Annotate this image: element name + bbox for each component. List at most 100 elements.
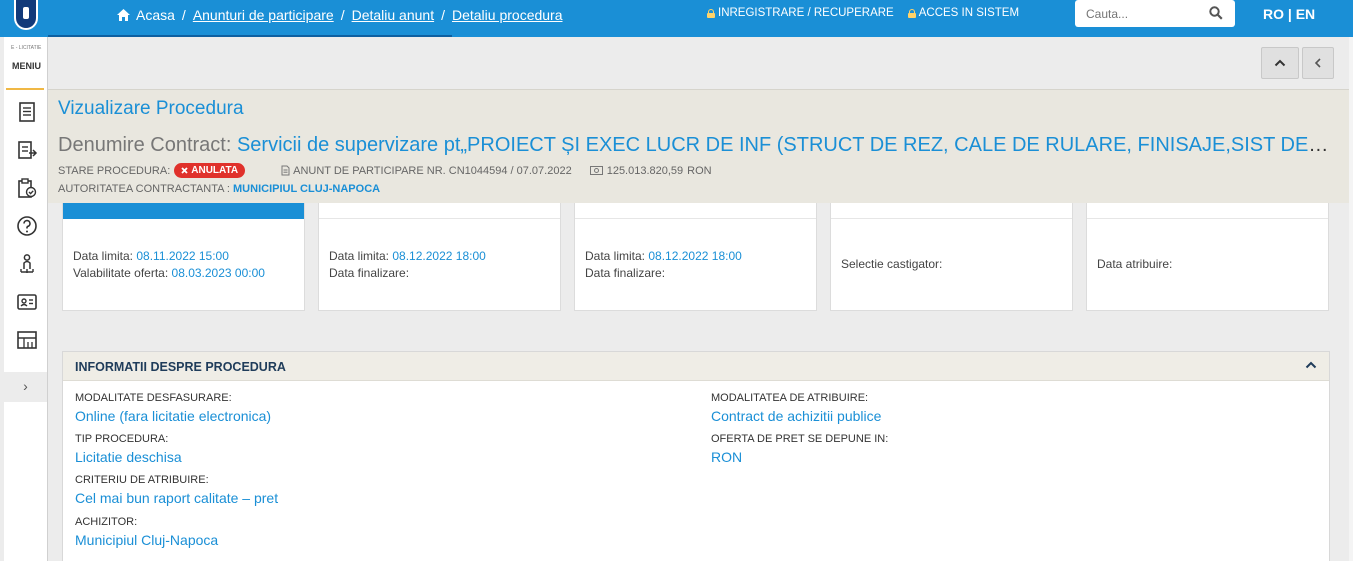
estimated-value-currency: RON: [687, 164, 712, 177]
field-value: Licitatie deschisa: [75, 449, 182, 465]
field-label: TIP PROCEDURA:: [75, 433, 169, 445]
person-hierarchy-icon[interactable]: [16, 253, 38, 275]
chevron-up-icon[interactable]: [1305, 361, 1317, 369]
clipboard-check-icon[interactable]: [16, 177, 38, 199]
lock-icon: [907, 8, 916, 18]
stage-card: Data limita: 08.12.2022 18:00 Data final…: [574, 203, 817, 311]
stage-card-header: [1087, 203, 1328, 219]
language-switch[interactable]: RO | EN: [1263, 6, 1315, 22]
stage-line-label: Selectie castigator:: [841, 257, 943, 271]
breadcrumb-separator: /: [441, 7, 445, 23]
stage-line: Data limita: 08.11.2022 15:00: [73, 249, 229, 263]
field-label: CRITERIU DE ATRIBUIRE:: [75, 474, 209, 486]
estimated-value-amount: 125.013.820,59: [606, 164, 684, 177]
contract-label: Denumire Contract:: [58, 134, 232, 156]
search-icon[interactable]: [1209, 6, 1223, 25]
document-list-icon[interactable]: [16, 101, 38, 123]
authority-label: AUTORITATEA CONTRACTANTA :: [58, 183, 230, 195]
site-logo[interactable]: [14, 0, 38, 30]
page-scrollbar[interactable]: [1349, 37, 1353, 561]
sidebar-brand: E - LICITATIE: [11, 45, 42, 51]
search-box: [1075, 0, 1235, 27]
field-value: Online (fara licitatie electronica): [75, 408, 272, 424]
catalog-icon[interactable]: [16, 329, 38, 351]
stage-line-value: 08.03.2023 00:00: [171, 266, 265, 280]
home-icon[interactable]: [116, 8, 131, 22]
stage-line: Data finalizare:: [329, 266, 409, 280]
field-value: RON: [711, 449, 743, 465]
authority-value[interactable]: MUNICIPIUL CLUJ-NAPOCA: [233, 183, 380, 195]
breadcrumb-anunturi[interactable]: Anunturi de participare: [193, 7, 334, 23]
panel-header[interactable]: INFORMATII DESPRE PROCEDURA: [63, 352, 1329, 381]
back-button[interactable]: [1302, 47, 1334, 79]
stage-line: Valabilitate oferta: 08.03.2023 00:00: [73, 266, 265, 280]
stage-line: Data limita: 08.12.2022 18:00: [585, 249, 742, 263]
stage-line-label: Data limita:: [585, 249, 646, 263]
search-input[interactable]: [1075, 0, 1195, 27]
document-export-icon[interactable]: [16, 139, 38, 161]
field-value: Cel mai bun raport calitate – pret: [75, 490, 279, 506]
close-icon: [181, 167, 188, 174]
procedure-header: Vizualizare Procedura Denumire Contract:…: [48, 89, 1353, 203]
login-link[interactable]: ACCES IN SISTEM: [907, 7, 1020, 19]
stage-line-label: Data limita:: [73, 249, 134, 263]
estimated-value: 125.013.820,59 RON: [589, 164, 712, 177]
stage-line: Data limita: 08.12.2022 18:00: [329, 249, 486, 263]
menu-underline: [6, 88, 44, 90]
procedure-info-panel: INFORMATII DESPRE PROCEDURA MODALITATE D…: [62, 351, 1330, 561]
chevron-left-icon: [1314, 58, 1321, 68]
panel-title: INFORMATII DESPRE PROCEDURA: [75, 360, 286, 374]
sidebar-expand-button[interactable]: ›: [4, 372, 47, 402]
stage-line: Data atribuire:: [1097, 257, 1172, 271]
register-link-label: INREGISTRARE / RECUPERARE: [718, 7, 894, 19]
stage-line-label: Valabilitate oferta:: [73, 266, 169, 280]
contract-name: Denumire Contract: Servicii de superviza…: [58, 134, 1330, 157]
stage-line-label: Data limita:: [329, 249, 390, 263]
stage-card: Selectie castigator:: [830, 203, 1073, 311]
money-icon: [589, 166, 603, 175]
stage-card-header: [575, 203, 816, 219]
menu-label[interactable]: MENIU: [12, 61, 41, 71]
collapse-header-button[interactable]: [1261, 47, 1299, 79]
register-link[interactable]: INREGISTRARE / RECUPERARE: [707, 7, 894, 19]
stage-card: Data limita: 08.11.2022 15:00 Valabilita…: [62, 203, 305, 311]
field-value: Contract de achizitii publice: [711, 408, 882, 424]
field-label: ACHIZITOR:: [75, 516, 138, 528]
sidebar: E - LICITATIE MENIU ›: [4, 37, 48, 561]
stage-card: Data limita: 08.12.2022 18:00 Data final…: [318, 203, 561, 311]
stage-line-value: 08.12.2022 18:00: [392, 249, 486, 263]
stage-card-header: [319, 203, 560, 219]
stage-line: Selectie castigator:: [841, 257, 942, 271]
stage-line-value: 08.11.2022 15:00: [136, 249, 229, 263]
login-link-label: ACCES IN SISTEM: [918, 7, 1020, 19]
stage-card: Data atribuire:: [1086, 203, 1329, 311]
document-icon: [281, 165, 290, 176]
breadcrumb: Acasa / Anunturi de participare / Detali…: [116, 7, 563, 23]
breadcrumb-separator: /: [181, 7, 186, 23]
field-label: MODALITATEA DE ATRIBUIRE:: [711, 392, 869, 404]
notice-link[interactable]: ANUNT DE PARTICIPARE NR. CN1044594 / 07.…: [281, 165, 572, 177]
stage-line-label: Data atribuire:: [1097, 257, 1173, 271]
breadcrumb-separator: /: [340, 7, 345, 23]
stage-card-header: [63, 203, 304, 219]
stage-line-value: 08.12.2022 18:00: [648, 249, 742, 263]
breadcrumb-detaliu-anunt[interactable]: Detaliu anunt: [352, 7, 435, 23]
help-icon[interactable]: [16, 215, 38, 237]
breadcrumb-home[interactable]: Acasa: [136, 7, 175, 23]
status-label: STARE PROCEDURA:: [58, 164, 171, 177]
account-links: INREGISTRARE / RECUPERARE ACCES IN SISTE…: [707, 7, 1019, 19]
status-badge-label: ANULATA: [191, 165, 239, 176]
id-card-icon[interactable]: [16, 291, 38, 313]
breadcrumb-detaliu-procedura[interactable]: Detaliu procedura: [452, 7, 563, 23]
stage-line: Data finalizare:: [585, 266, 665, 280]
stage-card-header: [831, 203, 1072, 219]
chevron-up-icon: [1274, 59, 1286, 67]
field-value[interactable]: Municipiul Cluj-Napoca: [75, 532, 218, 548]
stage-line-label: Data finalizare:: [329, 266, 410, 280]
field-label: OFERTA DE PRET SE DEPUNE IN:: [711, 433, 889, 445]
contracting-authority: AUTORITATEA CONTRACTANTA : MUNICIPIUL CL…: [58, 183, 380, 195]
status-badge: ANULATA: [174, 163, 246, 178]
contract-value: Servicii de supervizare pt„PROIECT ȘI EX…: [236, 134, 1330, 156]
page-toolbar: [48, 37, 1353, 89]
page-title: Vizualizare Procedura: [58, 98, 244, 119]
